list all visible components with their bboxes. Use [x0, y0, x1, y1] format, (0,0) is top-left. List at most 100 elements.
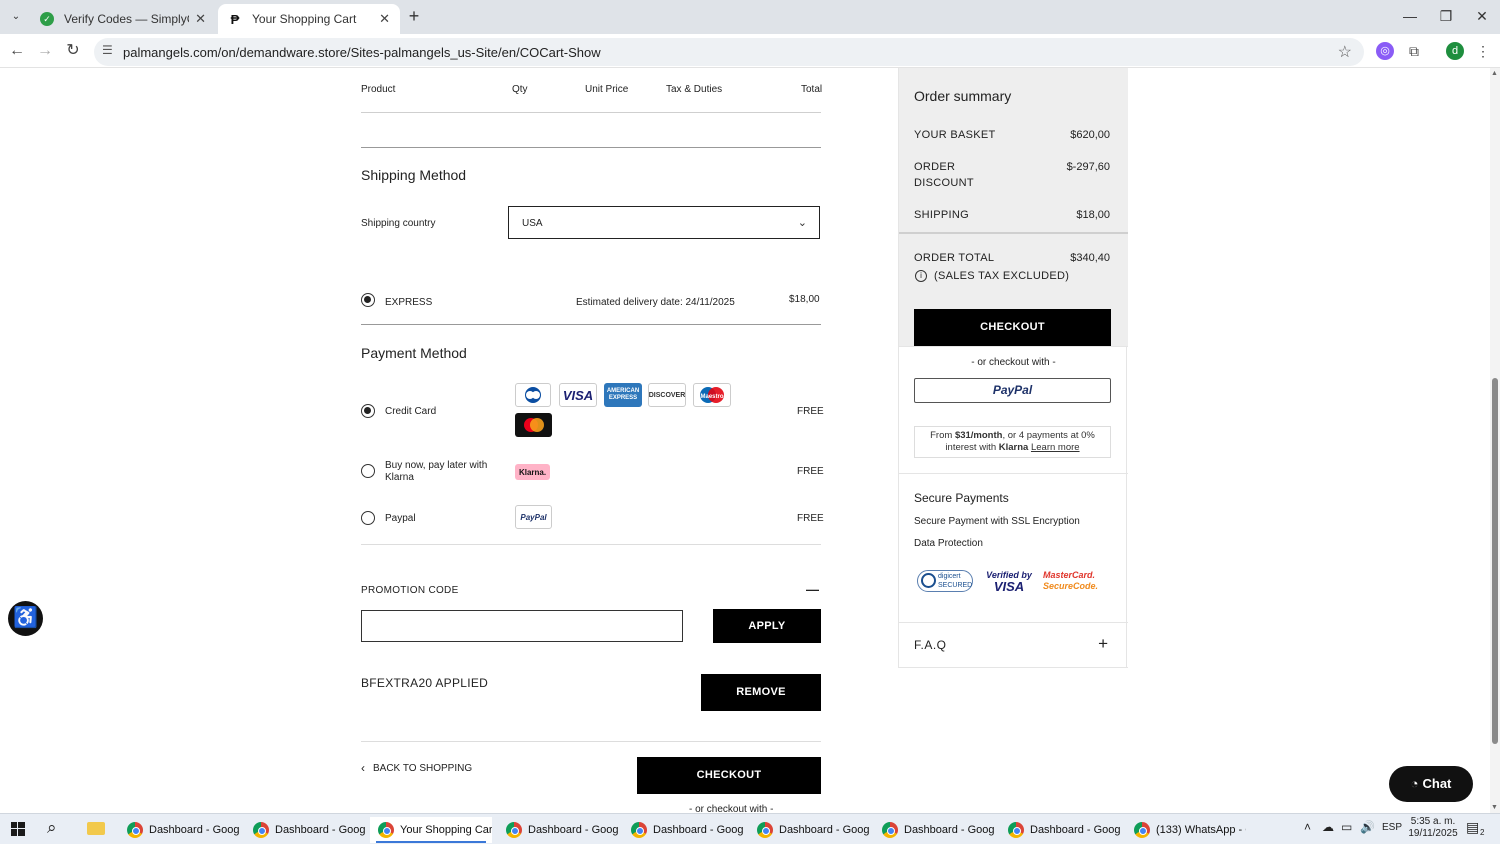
credit-card-price: FREE	[797, 406, 824, 417]
back-icon[interactable]: ←	[6, 40, 28, 62]
chat-bubble-icon: ◔	[1410, 776, 1419, 791]
checkout-bottom-button[interactable]: CHECKOUT	[637, 757, 821, 794]
extension-icon[interactable]: ◎	[1376, 42, 1394, 60]
taskbar-item-label: (133) WhatsApp - G...	[1156, 824, 1246, 836]
address-bar[interactable]: ☰ palmangels.com/on/demandware.store/Sit…	[94, 38, 1364, 66]
file-explorer-icon[interactable]	[87, 822, 105, 835]
summary-total-block	[899, 234, 1128, 294]
close-window-icon[interactable]: ✕	[1470, 6, 1494, 26]
chrome-icon	[1134, 822, 1150, 838]
order-total-label: ORDER TOTAL	[914, 252, 995, 264]
scroll-up-icon[interactable]: ▲	[1491, 70, 1498, 77]
language-indicator[interactable]: ESP	[1382, 822, 1402, 833]
secure-line-ssl: Secure Payment with SSL Encryption	[914, 516, 1080, 527]
taskbar-item[interactable]: Dashboard - Googl...	[498, 817, 618, 843]
visa-card-icon: VISA	[559, 383, 597, 407]
checkout-button[interactable]: CHECKOUT	[914, 309, 1111, 346]
taskbar-item[interactable]: Dashboard - Googl...	[874, 817, 994, 843]
windows-start-icon[interactable]	[11, 822, 25, 836]
klarna-radio[interactable]	[361, 464, 375, 478]
tab-title: Your Shopping Cart	[252, 12, 357, 26]
scroll-down-icon[interactable]: ▼	[1491, 804, 1498, 811]
tab-shopping-cart[interactable]: ₱ Your Shopping Cart ✕	[218, 4, 400, 34]
active-indicator	[376, 841, 486, 843]
minimize-icon[interactable]: —	[1398, 6, 1422, 26]
accessibility-icon[interactable]: ♿	[8, 601, 43, 636]
taskbar-item-active[interactable]: Your Shopping Cart...	[370, 817, 492, 843]
remove-button[interactable]: REMOVE	[701, 674, 821, 711]
tray-chevron-up-icon[interactable]: ˄	[1304, 820, 1311, 834]
divider	[361, 324, 821, 325]
taskbar-item-label: Dashboard - Googl...	[528, 824, 618, 836]
close-tab-icon[interactable]: ✕	[195, 11, 206, 27]
klarna-installments-box: From $31/month, or 4 payments at 0% inte…	[914, 426, 1111, 458]
klarna-logo: Klarna	[998, 442, 1029, 453]
restore-icon[interactable]: ❐	[1434, 6, 1458, 26]
taskbar-item[interactable]: Dashboard - Googl...	[119, 817, 239, 843]
clock[interactable]: 5:35 a. m. 19/11/2025	[1408, 816, 1458, 840]
klarna-monthly-amount: $31/month	[954, 430, 1003, 441]
klarna-text: From	[930, 430, 955, 441]
browser-menu-icon[interactable]: ⋮	[1474, 42, 1492, 60]
promo-code-input[interactable]	[361, 610, 683, 642]
klarna-price: FREE	[797, 466, 824, 477]
or-checkout-with-text: - or checkout with -	[689, 804, 774, 813]
klarna-text: , or 4 payments at 0%	[1002, 430, 1095, 441]
site-info-icon[interactable]: ☰	[102, 43, 113, 57]
faq-expand-icon[interactable]: +	[1098, 634, 1108, 654]
bookmark-star-icon[interactable]: ☆	[1338, 42, 1352, 62]
scrollbar-thumb[interactable]	[1492, 378, 1498, 744]
volume-icon[interactable]: 🔊	[1360, 820, 1375, 834]
info-icon[interactable]: i	[915, 270, 927, 282]
maestro-card-icon: Maestro	[693, 383, 731, 407]
notifications-icon[interactable]: ▤	[1466, 819, 1479, 836]
tab-simplycodes[interactable]: ✓ Verify Codes — SimplyCodes ✕	[30, 4, 216, 34]
express-price: $18,00	[789, 294, 820, 305]
simplycodes-favicon-icon: ✓	[40, 12, 54, 26]
close-tab-icon[interactable]: ✕	[379, 11, 390, 27]
taskbar-item[interactable]: Dashboard - Googl...	[245, 817, 365, 843]
taskbar-item[interactable]: Dashboard - Googl...	[1000, 817, 1120, 843]
express-radio[interactable]	[361, 293, 375, 307]
taskbar-item-label: Dashboard - Googl...	[149, 824, 239, 836]
shipping-value: $18,00	[1076, 209, 1110, 221]
apply-button[interactable]: APPLY	[713, 609, 821, 643]
clock-date: 19/11/2025	[1408, 828, 1458, 839]
forward-icon[interactable]: →	[34, 40, 56, 62]
order-summary-title: Order summary	[914, 88, 1012, 104]
klarna-learn-more-link[interactable]: Learn more	[1031, 442, 1080, 453]
credit-card-radio[interactable]	[361, 404, 375, 418]
taskbar-item-label: Your Shopping Cart...	[400, 824, 492, 836]
amex-card-icon: AMERICAN EXPRESS	[604, 383, 642, 407]
chrome-icon	[882, 822, 898, 838]
taskbar-item[interactable]: (133) WhatsApp - G...	[1126, 817, 1246, 843]
page-scrollbar[interactable]: ▲ ▼	[1490, 68, 1500, 813]
new-tab-icon[interactable]: +	[404, 6, 424, 26]
secure-line-data: Data Protection	[914, 538, 983, 549]
reload-icon[interactable]: ↻	[62, 40, 84, 62]
chat-button[interactable]: ◔ Chat	[1389, 766, 1473, 802]
klarna-text: interest with	[945, 442, 999, 453]
mc-seal-line2: SecureCode.	[1043, 581, 1099, 591]
back-to-shopping-link[interactable]: ‹ BACK TO SHOPPING	[361, 761, 472, 775]
browser-tabstrip: ⌄ ✓ Verify Codes — SimplyCodes ✕ ₱ Your …	[0, 0, 1500, 34]
promo-code-label: PROMOTION CODE	[361, 585, 459, 596]
paypal-checkout-button[interactable]: PayPal	[914, 378, 1111, 403]
search-icon[interactable]: ⌕	[47, 818, 57, 838]
faq-label[interactable]: F.A.Q	[914, 638, 947, 652]
promo-collapse-icon[interactable]: —	[806, 582, 819, 597]
onedrive-cloud-icon[interactable]: ☁	[1322, 820, 1334, 834]
divider	[361, 147, 821, 148]
basket-value: $620,00	[1070, 129, 1110, 141]
column-unit-price: Unit Price	[585, 84, 629, 95]
profile-avatar[interactable]: d	[1446, 42, 1464, 60]
taskbar-item-label: Dashboard - Googl...	[1030, 824, 1120, 836]
paypal-radio[interactable]	[361, 511, 375, 525]
tab-search-chevron-icon[interactable]: ⌄	[6, 8, 26, 26]
taskbar-item[interactable]: Dashboard - Googl...	[623, 817, 743, 843]
shipping-country-select[interactable]: USA ⌄	[508, 206, 820, 239]
network-icon[interactable]: ▭	[1341, 820, 1352, 834]
taskbar-item[interactable]: Dashboard - Googl...	[749, 817, 869, 843]
extensions-puzzle-icon[interactable]: ⧉	[1405, 42, 1423, 60]
tab-title: Verify Codes — SimplyCodes	[64, 12, 189, 26]
